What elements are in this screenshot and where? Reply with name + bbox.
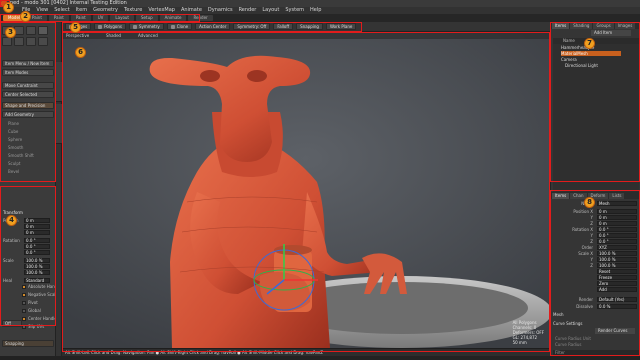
annotation-box-5 (62, 22, 362, 32)
title-bar: ned - modo 301 [0402] Internal Testing E… (0, 0, 640, 7)
annotation-box-7 (550, 22, 640, 182)
window-title: ned - modo 301 [0402] Internal Testing E… (10, 0, 127, 6)
annotation-badge-8: 8 (584, 197, 595, 208)
bottom-edge (0, 356, 640, 360)
menu-layout[interactable]: Layout (262, 7, 279, 14)
menu-bar: File View Select Item Geometry Texture V… (0, 7, 640, 14)
menu-system[interactable]: System (285, 7, 304, 14)
annotation-box-4 (0, 186, 56, 326)
menu-help[interactable]: Help (310, 7, 321, 14)
annotation-box-3 (0, 22, 56, 182)
menu-texture[interactable]: Texture (124, 7, 142, 14)
menu-select[interactable]: Select (54, 7, 69, 14)
annotation-box-6 (62, 32, 550, 352)
annotation-badge-3: 3 (5, 27, 16, 38)
menu-geometry[interactable]: Geometry (93, 7, 118, 14)
menu-dynamics[interactable]: Dynamics (208, 7, 233, 14)
annotation-badge-2: 2 (20, 11, 31, 22)
menu-view[interactable]: View (36, 7, 48, 14)
annotation-badge-4: 4 (6, 215, 17, 226)
annotation-box-8 (550, 190, 640, 356)
menu-vertexmap[interactable]: VertexMap (148, 7, 175, 14)
menu-animate[interactable]: Animate (181, 7, 202, 14)
menu-item[interactable]: Item (76, 7, 87, 14)
snapping-section[interactable]: Snapping (2, 340, 54, 347)
annotation-badge-7: 7 (584, 38, 595, 49)
menu-render[interactable]: Render (239, 7, 257, 14)
annotation-badge-5: 5 (70, 22, 81, 33)
annotation-badge-6: 6 (75, 47, 86, 58)
annotation-badge-1: 1 (3, 2, 14, 13)
